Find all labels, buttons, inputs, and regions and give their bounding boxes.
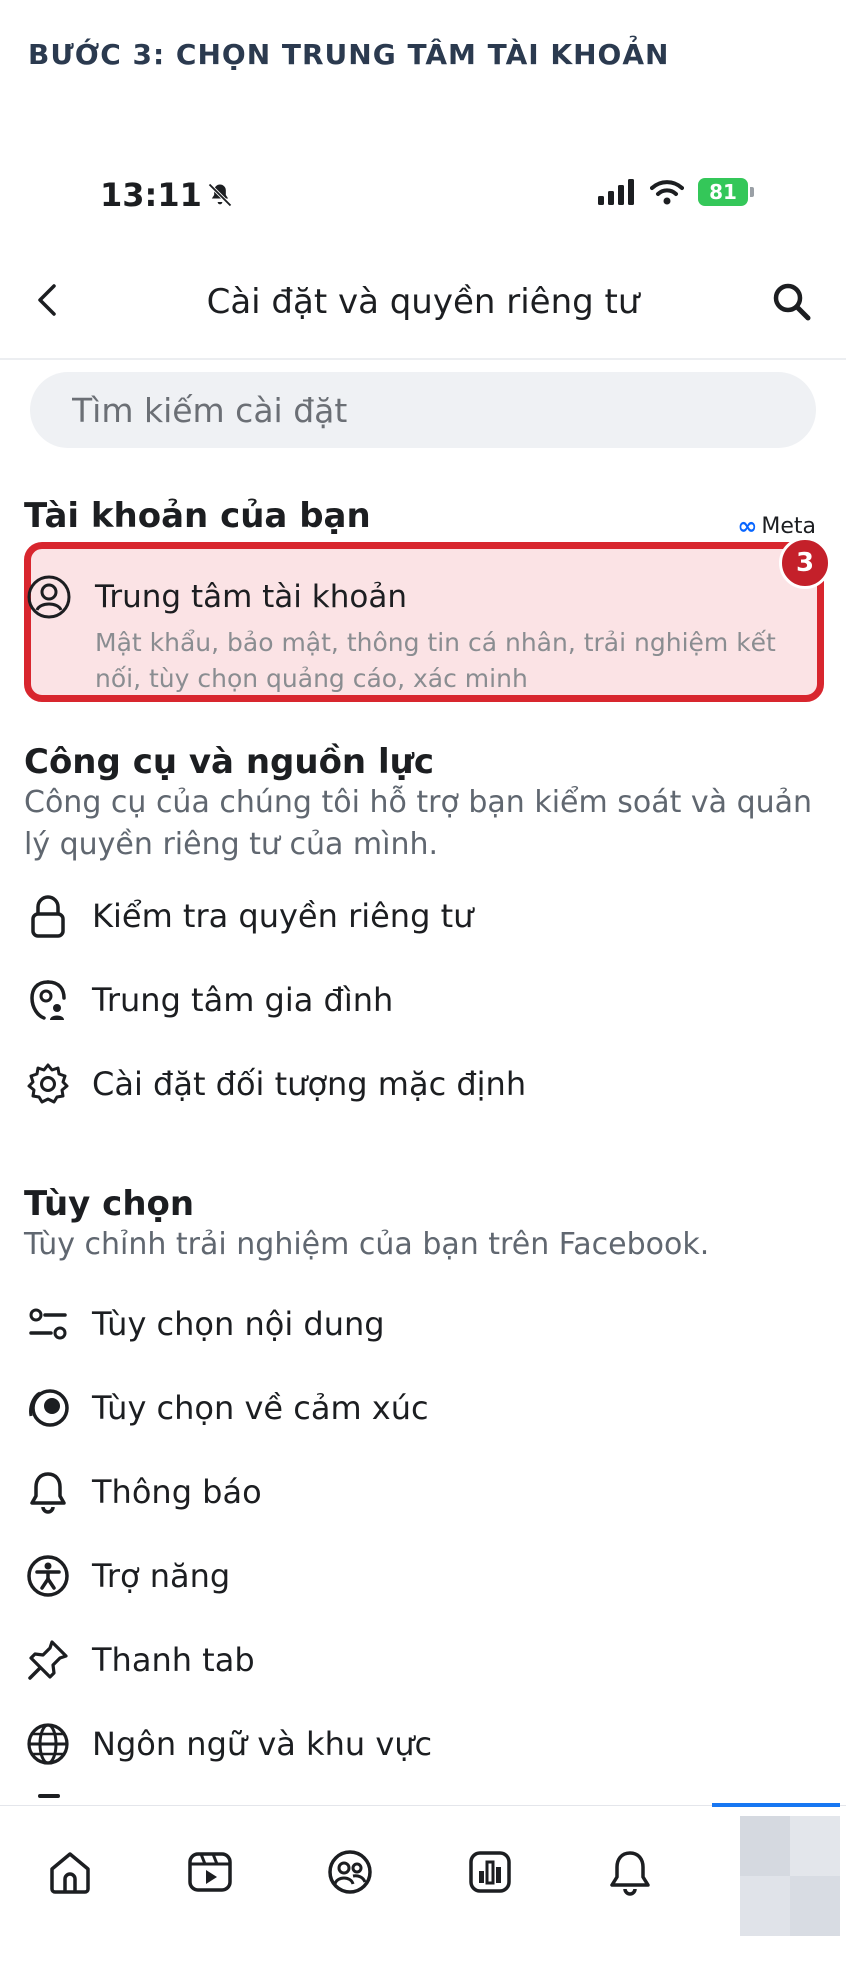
avatar-block (790, 1876, 840, 1936)
status-time: 13:11 (100, 176, 202, 214)
battery-level: 81 (698, 178, 748, 206)
content-preferences-label: Tùy chọn nội dung (92, 1305, 385, 1343)
page-title: Cài đặt và quyền riêng tư (206, 282, 640, 322)
status-time-group: 13:11 (100, 176, 234, 214)
content-preferences-item[interactable]: Tùy chọn nội dung (24, 1294, 824, 1354)
bell-muted-icon (208, 183, 232, 207)
sliders-icon (24, 1300, 72, 1348)
accounts-center-title: Trung tâm tài khoản (95, 579, 407, 615)
search-icon[interactable] (768, 278, 816, 326)
status-bar: 13:11 81 (0, 150, 846, 240)
wifi-icon (650, 180, 684, 205)
profile-avatar[interactable] (740, 1816, 840, 1936)
privacy-checkup-label: Kiểm tra quyền riêng tư (92, 897, 474, 935)
user-circle-icon (27, 575, 71, 619)
language-region-item[interactable]: Ngôn ngữ và khu vực (24, 1714, 824, 1774)
notifications-label: Thông báo (92, 1473, 262, 1511)
accessibility-item[interactable]: Trợ năng (24, 1546, 824, 1606)
dashboard-icon (469, 1851, 511, 1893)
home-icon (50, 1852, 90, 1894)
preferences-section-subtitle: Tùy chỉnh trải nghiệm của bạn trên Faceb… (24, 1227, 710, 1262)
reaction-preferences-label: Tùy chọn về cảm xúc (92, 1389, 429, 1427)
pin-icon (24, 1636, 72, 1684)
notifications-item[interactable]: Thông báo (24, 1462, 824, 1522)
notifications-tab[interactable] (600, 1842, 660, 1902)
step-number-badge: 3 (779, 537, 831, 589)
language-region-label: Ngôn ngữ và khu vực (92, 1725, 433, 1763)
home-tab[interactable] (40, 1842, 100, 1902)
friends-tab[interactable] (320, 1842, 380, 1902)
lock-icon (24, 892, 72, 940)
family-center-label: Trung tâm gia đình (92, 981, 394, 1019)
clipped-row-edge (38, 1794, 60, 1798)
meta-label: Meta (761, 513, 816, 539)
battery-cap (750, 187, 754, 197)
dashboard-tab[interactable] (460, 1842, 520, 1902)
battery-icon: 81 (698, 178, 754, 206)
video-icon (188, 1852, 232, 1892)
preferences-section-title: Tùy chọn (24, 1184, 195, 1224)
reaction-preferences-item[interactable]: Tùy chọn về cảm xúc (24, 1378, 824, 1438)
settings-search-bar (30, 372, 816, 448)
bottom-tab-bar (0, 1803, 846, 1968)
privacy-checkup-item[interactable]: Kiểm tra quyền riêng tư (24, 886, 824, 946)
tools-section-subtitle: Công cụ của chúng tôi hỗ trợ bạn kiểm so… (24, 785, 813, 862)
avatar-block (740, 1816, 790, 1876)
tools-section-title: Công cụ và nguồn lực (24, 742, 434, 782)
active-tab-indicator (712, 1803, 840, 1807)
header: Cài đặt và quyền riêng tư (0, 240, 846, 360)
family-center-item[interactable]: Trung tâm gia đình (24, 970, 824, 1030)
account-section-title: Tài khoản của bạn (24, 496, 371, 536)
signal-icon (598, 179, 634, 205)
accessibility-label: Trợ năng (92, 1557, 231, 1595)
globe-icon (24, 1720, 72, 1768)
accessibility-icon (24, 1552, 72, 1600)
bell-icon (610, 1851, 650, 1896)
status-icons: 81 (598, 178, 754, 206)
tab-bar-settings-item[interactable]: Thanh tab (24, 1630, 824, 1690)
avatar-block (790, 1816, 840, 1876)
reaction-icon (24, 1384, 72, 1432)
tab-bar-settings-label: Thanh tab (92, 1641, 255, 1679)
gear-icon (24, 1060, 72, 1108)
phone-screen: 13:11 81 Cài đặt và quyền riêng tư Tìm k… (0, 150, 846, 1968)
meta-logo: ∞ Meta (737, 512, 816, 540)
video-tab[interactable] (180, 1842, 240, 1902)
family-icon (24, 976, 72, 1024)
settings-search-input[interactable] (72, 390, 816, 430)
default-audience-item[interactable]: Cài đặt đối tượng mặc định (24, 1054, 824, 1114)
meta-infinity-icon: ∞ (737, 512, 758, 540)
accounts-center-description: Mật khẩu, bảo mật, thông tin cá nhân, tr… (95, 628, 776, 693)
avatar-block (740, 1876, 790, 1936)
bell-icon (24, 1468, 72, 1516)
friends-icon (328, 1850, 372, 1894)
accounts-center-item[interactable]: Trung tâm tài khoản Mật khẩu, bảo mật, t… (24, 537, 831, 702)
default-audience-label: Cài đặt đối tượng mặc định (92, 1065, 527, 1103)
step-caption: BƯỚC 3: CHỌN TRUNG TÂM TÀI KHOẢN (28, 38, 670, 71)
